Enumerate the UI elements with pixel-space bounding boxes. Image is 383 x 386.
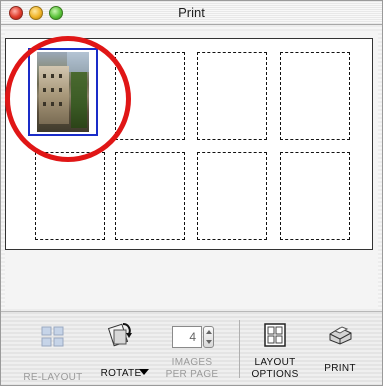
image-slot-1[interactable] [28, 48, 98, 136]
print-label: PRINT [324, 363, 356, 374]
images-per-page-control: IMAGES PER PAGE [157, 312, 227, 386]
image-slot-7[interactable] [197, 152, 267, 240]
layout-options-button[interactable]: LAYOUT OPTIONS [245, 312, 305, 386]
image-slot-8[interactable] [280, 152, 350, 240]
relayout-button[interactable]: RE-LAYOUT [21, 312, 85, 386]
layout-options-label-line1: LAYOUT [254, 357, 296, 368]
image-slot-6[interactable] [115, 152, 185, 240]
images-per-page-label-line1: IMAGES [171, 357, 213, 368]
relayout-icon [41, 326, 64, 347]
photo-sky [67, 52, 89, 72]
photo-building [39, 66, 69, 124]
relayout-label: RE-LAYOUT [23, 372, 83, 383]
toolbar-divider [239, 320, 240, 378]
photo-lawn [71, 72, 87, 128]
bottom-toolbar: RE-LAYOUT ROTATE 4 IMAGES PER PAGE LAYOU… [1, 311, 382, 385]
layout-preview-area [5, 31, 378, 309]
printer-icon [329, 326, 352, 345]
image-slot-5[interactable] [35, 152, 105, 240]
image-slot-4[interactable] [280, 52, 350, 140]
title-bar: Print [1, 1, 382, 25]
print-page-preview [5, 38, 373, 250]
rotate-icon [107, 323, 132, 347]
layout-options-label-line2: OPTIONS [251, 369, 299, 380]
print-window: Print RE-LAYOUT ROTATE 4 IMAGES PER PAGE… [0, 0, 383, 386]
image-slot-3[interactable] [197, 52, 267, 140]
layout-grid-icon [264, 323, 286, 347]
images-per-page-label-line2: PER PAGE [165, 369, 219, 380]
image-slot-2[interactable] [115, 52, 185, 140]
window-title: Print [178, 5, 205, 20]
print-button[interactable]: PRINT [315, 312, 365, 386]
rotate-dropdown-arrow-icon[interactable] [139, 369, 149, 375]
thumbnail-image[interactable] [37, 52, 89, 132]
